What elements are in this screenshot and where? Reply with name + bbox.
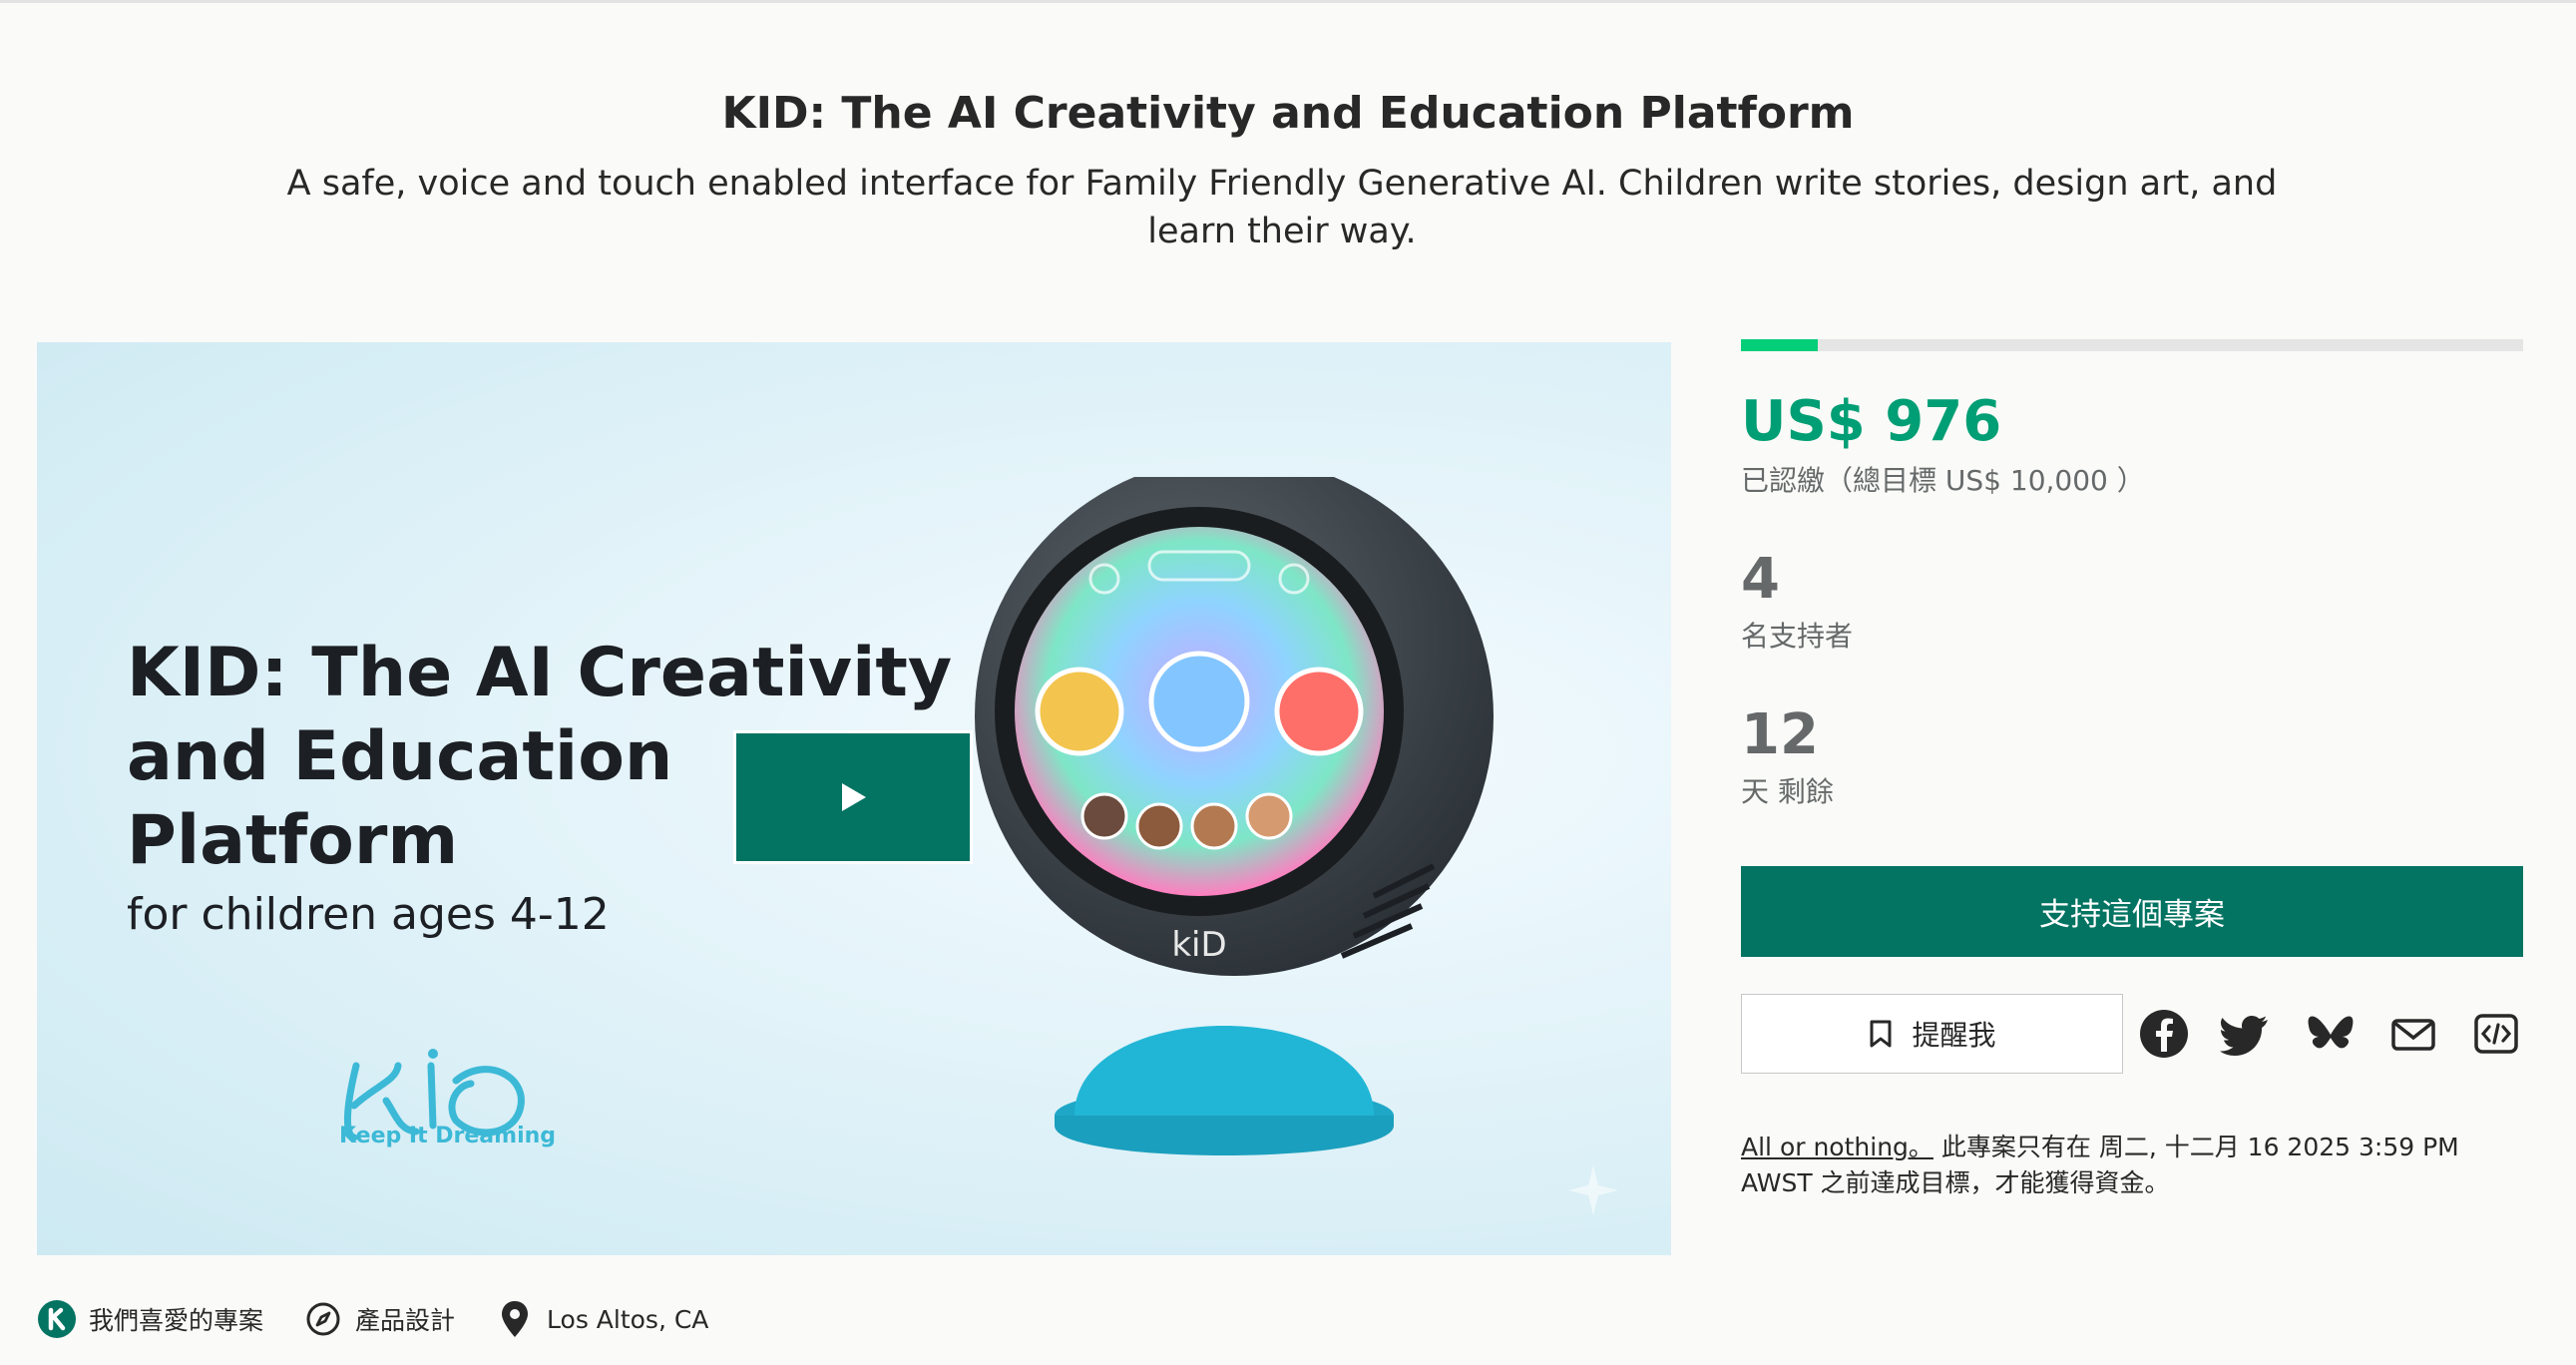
compass-icon <box>303 1299 343 1339</box>
tag-label: Los Altos, CA <box>547 1304 709 1334</box>
bookmark-icon <box>1870 1020 1892 1048</box>
back-this-project-button[interactable]: 支持這個專案 <box>1741 866 2523 957</box>
kid-logo <box>344 1049 525 1141</box>
tag-label: 產品設計 <box>355 1306 456 1335</box>
facebook-icon[interactable] <box>2138 1008 2190 1060</box>
remind-me-button[interactable]: 提醒我 <box>1741 994 2123 1074</box>
logo-tagline: Keep It Dreaming <box>339 1124 557 1148</box>
funding-terms: All or nothing。 此專案只有在 周二, 十二月 16 2025 3… <box>1741 1130 2529 1201</box>
tag-product-design[interactable]: 產品設計 <box>303 1299 455 1339</box>
embed-icon[interactable] <box>2470 1008 2522 1060</box>
sparkle-icon <box>1568 1165 1618 1215</box>
project-video[interactable]: KID: The AI Creativity and Education Pla… <box>37 342 1671 1255</box>
bluesky-icon[interactable] <box>2305 1008 2357 1060</box>
remind-me-label: 提醒我 <box>1912 1019 1996 1052</box>
email-icon[interactable] <box>2387 1008 2439 1060</box>
backers-label: 名支持者 <box>1741 620 1854 653</box>
project-title: KID: The AI Creativity and Education Pla… <box>721 88 1855 139</box>
kid-device-image: kiD <box>975 477 1494 1155</box>
tag-label: 我們喜愛的專案 <box>89 1306 264 1335</box>
all-or-nothing-link[interactable]: All or nothing。 <box>1741 1133 1933 1161</box>
play-icon <box>842 783 866 811</box>
location-pin-icon <box>495 1299 535 1339</box>
tag-location[interactable]: Los Altos, CA <box>495 1299 708 1339</box>
project-blurb: A safe, voice and touch enabled interfac… <box>286 164 2278 251</box>
top-divider <box>0 0 2576 3</box>
funding-progress-fill <box>1741 339 1818 351</box>
pledged-amount: US$ 976 <box>1741 389 2002 454</box>
kickstarter-k-icon <box>37 1299 77 1339</box>
goal-text: 已認繳（總目標 US$ 10,000 ） <box>1741 464 2145 497</box>
tag-projects-we-love[interactable]: 我們喜愛的專案 <box>37 1299 263 1339</box>
backers-count: 4 <box>1741 547 1780 612</box>
svg-text:kiD: kiD <box>1171 925 1226 965</box>
play-video-button[interactable] <box>733 730 973 864</box>
project-tags: 我們喜愛的專案 產品設計 Los Altos, CA <box>37 1297 748 1341</box>
funding-progress-bar <box>1741 339 2523 351</box>
days-remaining-count: 12 <box>1741 702 1819 767</box>
days-remaining-label: 天 剩餘 <box>1741 775 1834 808</box>
hero-subline: for children ages 4-12 <box>127 889 610 940</box>
twitter-icon[interactable] <box>2220 1008 2272 1060</box>
